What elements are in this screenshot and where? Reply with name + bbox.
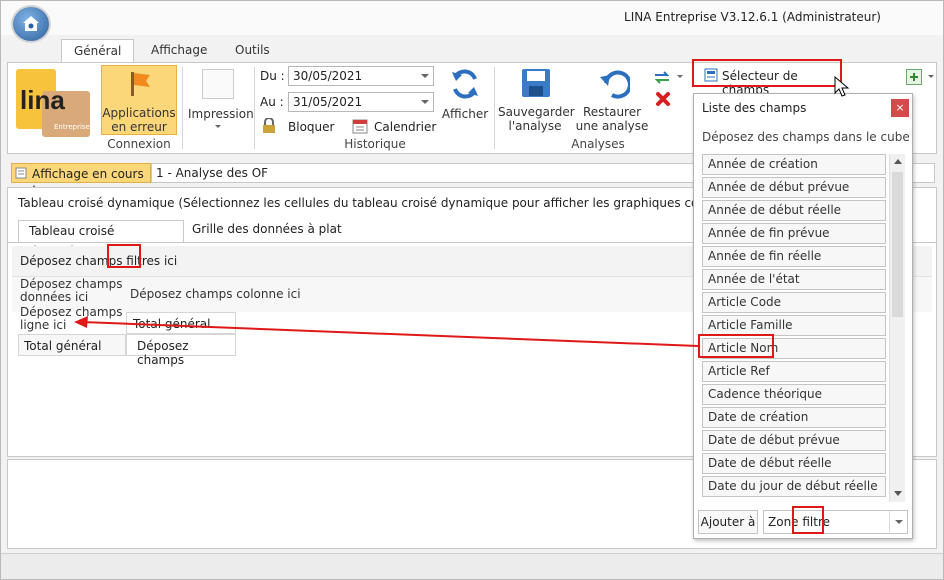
mouse-cursor-icon [834,76,850,97]
annotation-arrow [74,316,699,347]
